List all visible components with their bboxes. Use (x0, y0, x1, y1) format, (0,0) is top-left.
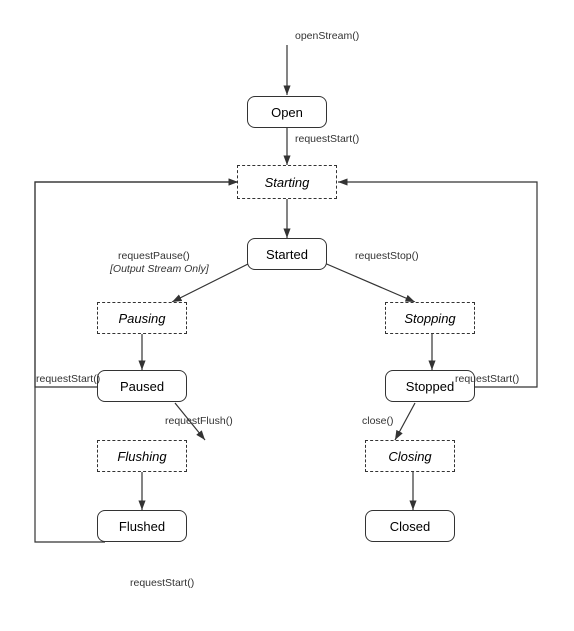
label-requeststop: requestStop() (355, 250, 419, 262)
label-requeststart1: requestStart() (295, 133, 359, 145)
state-closing: Closing (365, 440, 455, 472)
label-requeststart-paused: requestStart() (36, 373, 100, 385)
diagram-svg (0, 0, 574, 631)
state-pausing: Pausing (97, 302, 187, 334)
label-outputstreamonly: [Output Stream Only] (110, 263, 209, 275)
label-requeststart-stopped: requestStart() (455, 373, 519, 385)
state-flushed: Flushed (97, 510, 187, 542)
state-stopping: Stopping (385, 302, 475, 334)
label-requestpause: requestPause() (118, 250, 190, 262)
state-starting: Starting (237, 165, 337, 199)
state-started: Started (247, 238, 327, 270)
label-openstream: openStream() (295, 30, 359, 42)
state-open: Open (247, 96, 327, 128)
state-flushing: Flushing (97, 440, 187, 472)
label-requeststart-flushed: requestStart() (130, 577, 194, 589)
state-closed: Closed (365, 510, 455, 542)
label-close: close() (362, 415, 394, 427)
label-requestflush: requestFlush() (165, 415, 233, 427)
state-paused: Paused (97, 370, 187, 402)
diagram-container: Open Starting Started Pausing Paused Flu… (0, 0, 574, 631)
